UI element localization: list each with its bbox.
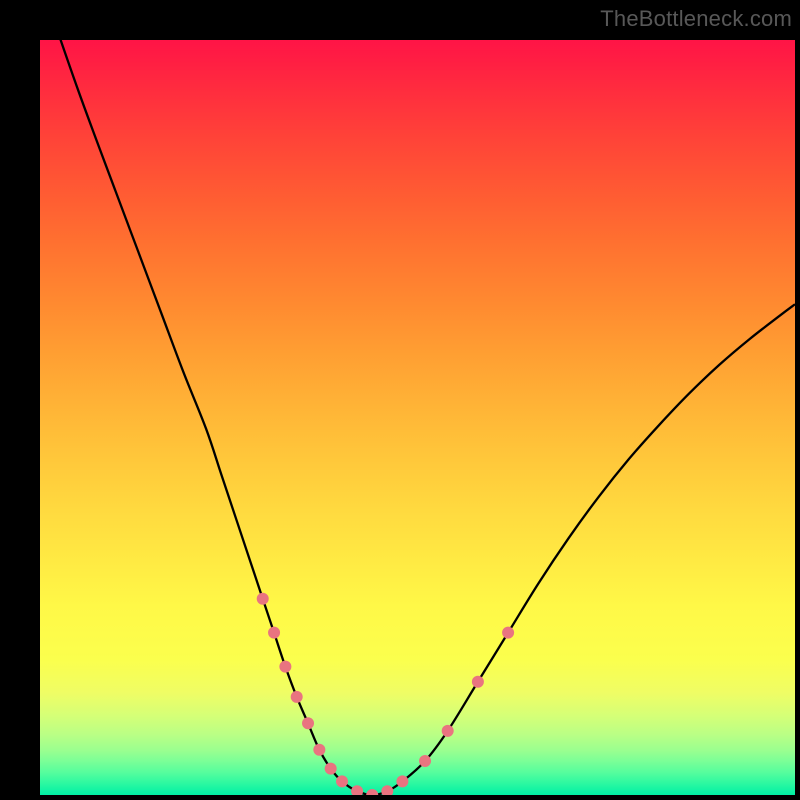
highlight-dot bbox=[336, 775, 348, 787]
highlight-dot bbox=[279, 661, 291, 673]
bottleneck-curve bbox=[40, 40, 795, 795]
highlight-dot bbox=[381, 785, 393, 795]
highlight-dot bbox=[302, 717, 314, 729]
highlight-dot bbox=[502, 627, 514, 639]
highlight-dot bbox=[257, 593, 269, 605]
chart-container: TheBottleneck.com bbox=[0, 0, 800, 800]
highlight-dot bbox=[313, 744, 325, 756]
highlight-dot bbox=[396, 775, 408, 787]
highlight-dot bbox=[351, 785, 363, 795]
highlight-dot bbox=[366, 789, 378, 795]
highlight-dot bbox=[472, 676, 484, 688]
highlight-dot bbox=[268, 627, 280, 639]
curve-svg bbox=[40, 40, 795, 795]
highlight-dot bbox=[442, 725, 454, 737]
plot-area bbox=[40, 40, 795, 795]
highlight-dot bbox=[325, 763, 337, 775]
watermark-text: TheBottleneck.com bbox=[600, 6, 792, 32]
highlight-dot bbox=[419, 755, 431, 767]
highlight-dot bbox=[291, 691, 303, 703]
